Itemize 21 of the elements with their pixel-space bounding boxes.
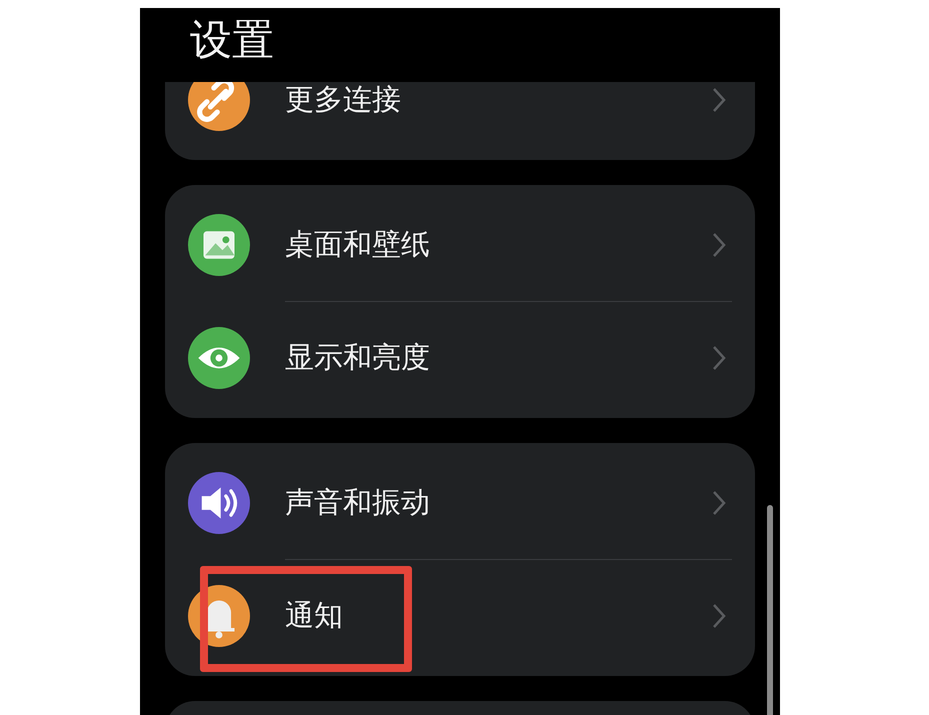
chevron-icon: [711, 344, 727, 372]
chevron-icon: [711, 231, 727, 259]
settings-item[interactable]: 桌面和壁纸: [165, 189, 755, 301]
settings-item[interactable]: 显示和亮度: [165, 302, 755, 414]
item-label: 通知: [285, 597, 344, 634]
item-label: 更多连接: [285, 82, 402, 118]
settings-item[interactable]: 更多连接: [165, 82, 755, 156]
link-icon: [188, 82, 250, 131]
chevron-icon: [711, 489, 727, 517]
item-label: 声音和振动: [285, 484, 431, 521]
settings-item[interactable]: 通知: [165, 560, 755, 672]
item-label: 显示和亮度: [285, 339, 431, 376]
page-title: 设置: [190, 14, 274, 66]
item-label: 桌面和壁纸: [285, 226, 431, 263]
bell-icon: [188, 585, 250, 647]
settings-item[interactable]: 声音和振动: [165, 447, 755, 559]
chevron-icon: [711, 602, 727, 630]
eye-icon: [188, 327, 250, 389]
picture-icon: [188, 214, 250, 276]
speaker-icon: [188, 472, 250, 534]
chevron-icon: [711, 86, 727, 114]
